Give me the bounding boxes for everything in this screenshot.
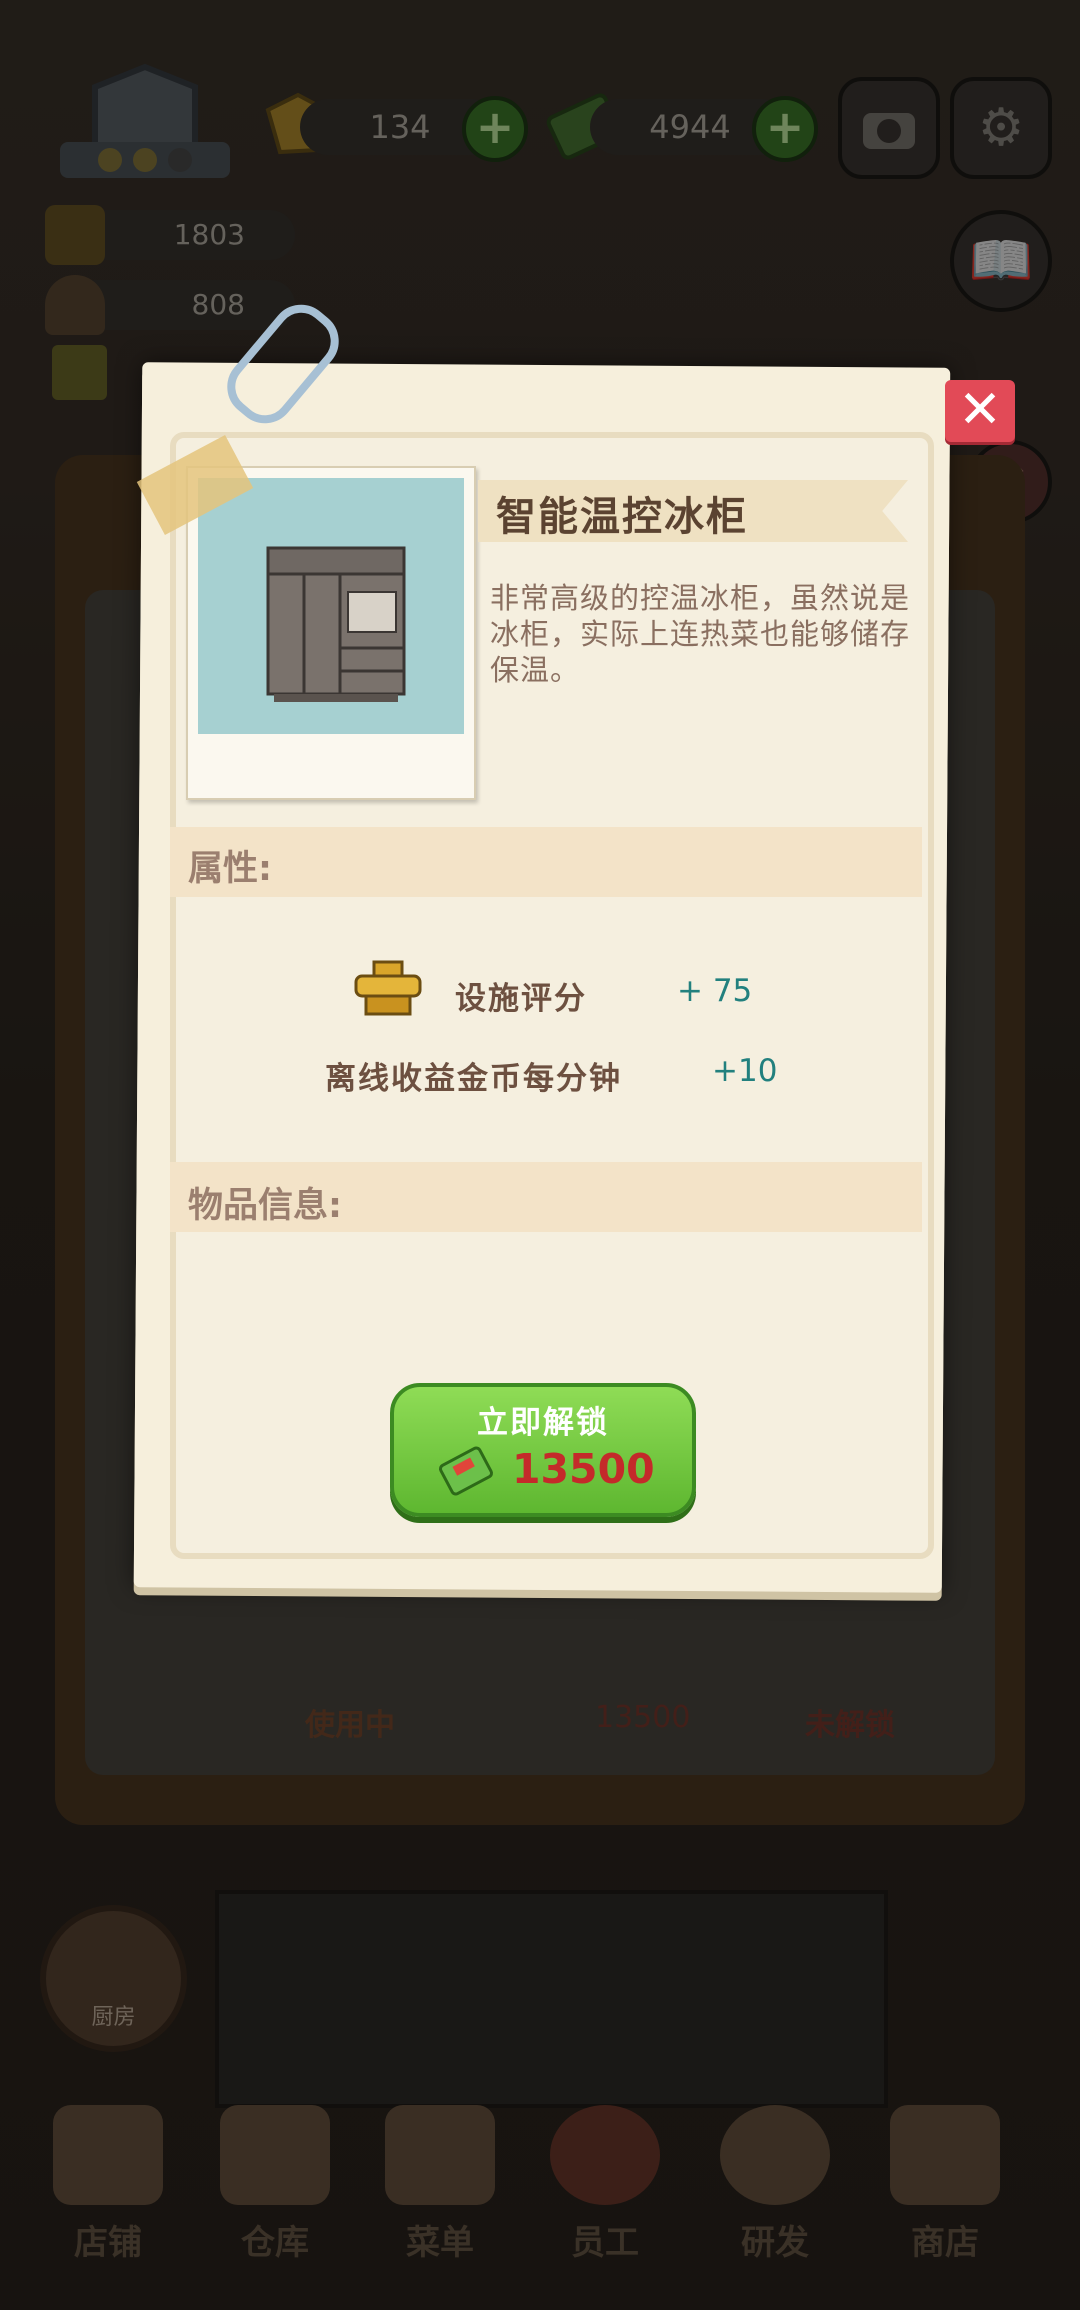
unlock-price: 13500 xyxy=(512,1445,655,1493)
facility-rating-icon xyxy=(352,960,424,1018)
item-photo-frame xyxy=(186,466,476,800)
offline-income-value: +10 xyxy=(712,1053,778,1089)
item-description: 非常高级的控温冰柜，虽然说是冰柜，实际上连热菜也能够储存保温。 xyxy=(490,581,911,687)
attributes-section-bar xyxy=(170,827,922,897)
unlock-label: 立即解锁 xyxy=(477,1405,609,1441)
attributes-header: 属性: xyxy=(188,849,272,889)
offline-income-label: 离线收益金币每分钟 xyxy=(325,1061,622,1097)
item-info-header: 物品信息: xyxy=(188,1186,342,1226)
unlock-now-button[interactable]: 立即解锁 13500 xyxy=(390,1383,696,1517)
cash-icon xyxy=(436,1443,498,1499)
facility-rating-label: 设施评分 xyxy=(455,981,587,1017)
item-image xyxy=(198,478,464,734)
close-button[interactable]: ✕ xyxy=(945,380,1015,442)
facility-rating-value: + 75 xyxy=(677,973,753,1009)
item-title: 智能温控冰柜 xyxy=(496,494,748,540)
freezer-cabinet-icon xyxy=(266,546,406,702)
